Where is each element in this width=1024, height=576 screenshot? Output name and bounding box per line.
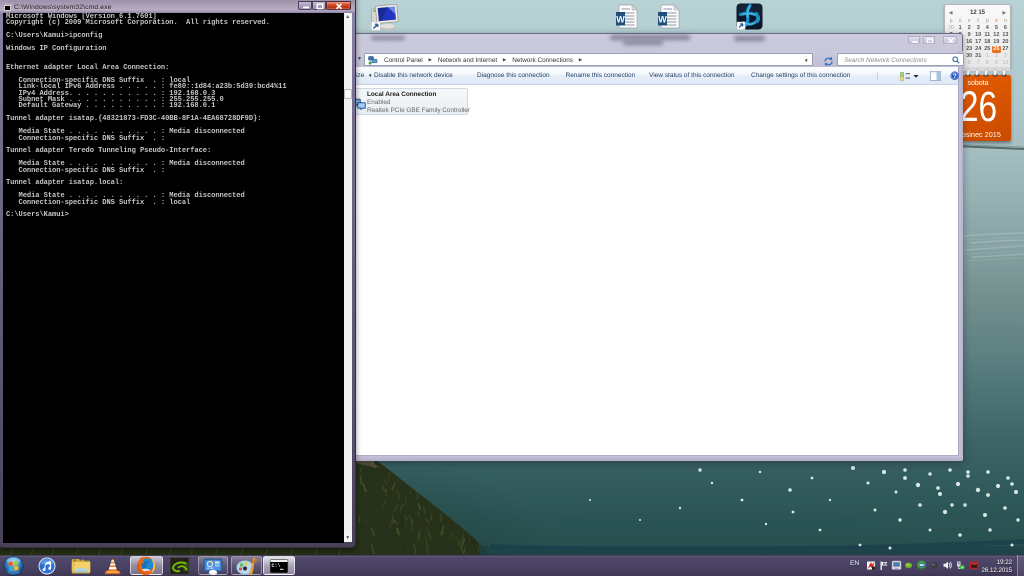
svg-text:W: W [616, 15, 625, 25]
svg-text:W: W [658, 15, 667, 25]
svg-text:?: ? [952, 73, 956, 80]
svg-text:C:\: C:\ [272, 563, 281, 569]
